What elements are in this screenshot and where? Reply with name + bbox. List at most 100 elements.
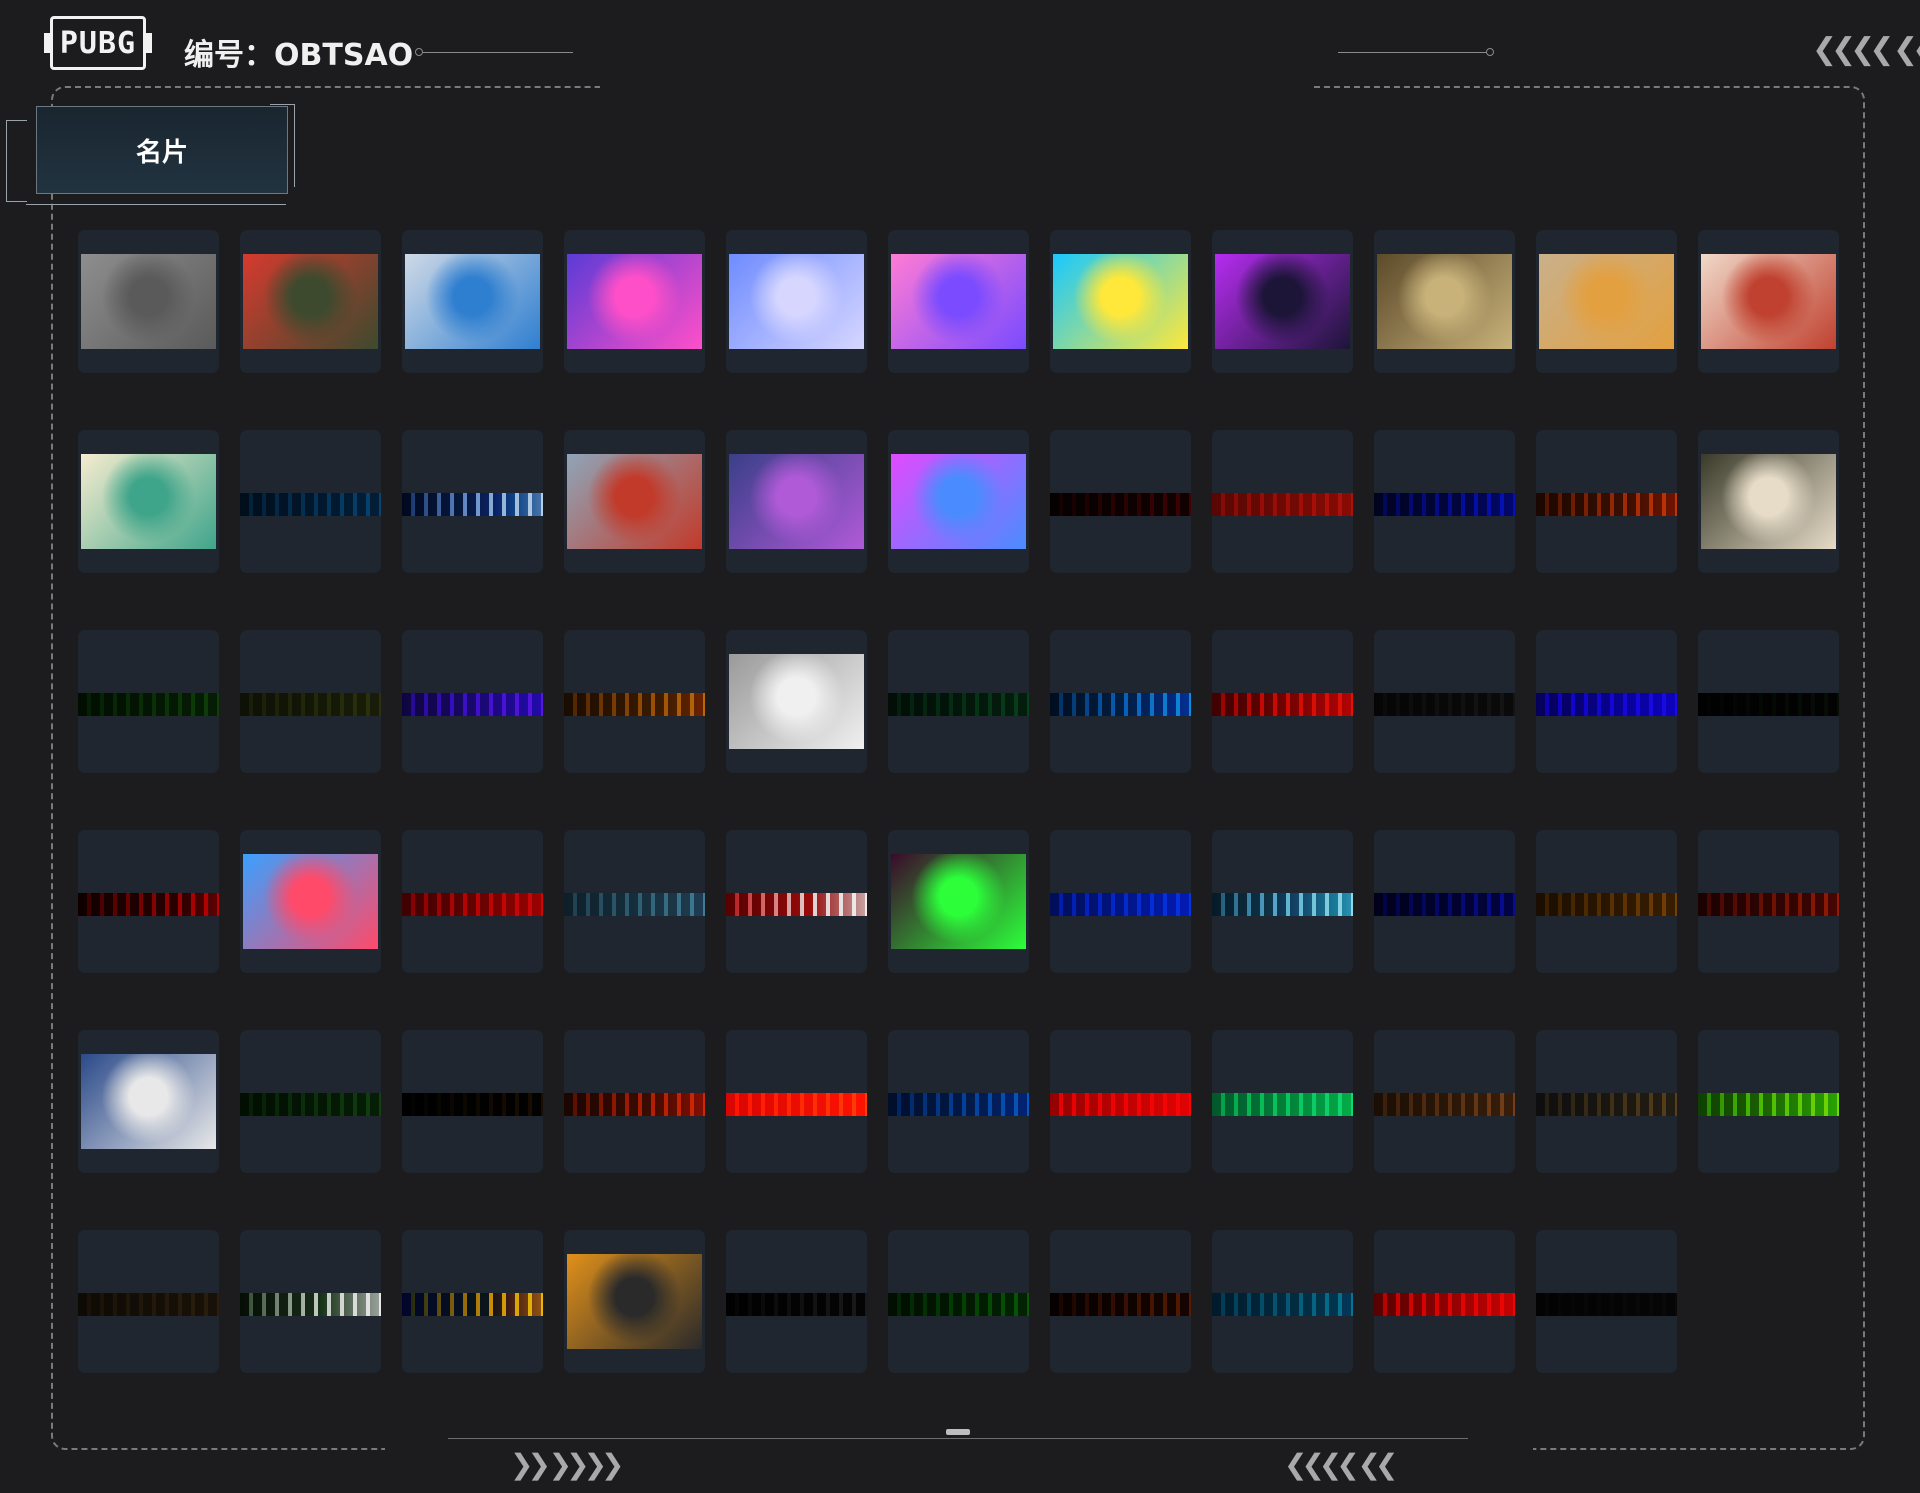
name-card[interactable]: [1536, 630, 1677, 773]
name-card[interactable]: [726, 630, 867, 773]
name-card[interactable]: [1374, 830, 1515, 973]
name-card[interactable]: [78, 1230, 219, 1373]
name-card[interactable]: [888, 1230, 1029, 1373]
name-card[interactable]: [1536, 230, 1677, 373]
name-card[interactable]: [1374, 1030, 1515, 1173]
name-card[interactable]: [888, 430, 1029, 573]
name-card[interactable]: [564, 1230, 705, 1373]
band-icon: [726, 1293, 867, 1316]
chevrons-left-icon: ❮❮❮❮ ❮❮: [1812, 32, 1920, 67]
name-card[interactable]: [402, 1230, 543, 1373]
chevrons-right-icon: ❯❯ ❯❯❯❯: [510, 1448, 624, 1481]
name-card[interactable]: [1698, 830, 1839, 973]
name-card[interactable]: [564, 630, 705, 773]
disco-ball-icon: [729, 454, 864, 549]
band-icon: [402, 693, 543, 716]
name-card[interactable]: [240, 430, 381, 573]
scrollbar-track[interactable]: [448, 1438, 1468, 1439]
band-icon: [1050, 693, 1191, 716]
band-icon: [78, 893, 219, 916]
tiger-icon: [567, 1254, 702, 1349]
name-card[interactable]: [1536, 430, 1677, 573]
name-card[interactable]: [1050, 1030, 1191, 1173]
name-card[interactable]: [888, 1030, 1029, 1173]
bird-icon: [729, 654, 864, 749]
name-card[interactable]: [726, 430, 867, 573]
name-card[interactable]: [1212, 630, 1353, 773]
name-card[interactable]: [1374, 230, 1515, 373]
hooded-figure-icon: [1215, 254, 1350, 349]
band-icon: [888, 1293, 1029, 1316]
name-card[interactable]: [240, 830, 381, 973]
band-icon: [1374, 493, 1515, 516]
name-card[interactable]: [402, 430, 543, 573]
line-node-icon: [415, 48, 423, 56]
name-card[interactable]: [1050, 1230, 1191, 1373]
chevrons-left-icon: ❮❮❮❮ ❮❮: [1284, 1448, 1398, 1481]
name-card[interactable]: [402, 230, 543, 373]
name-card[interactable]: [402, 1030, 543, 1173]
player-id-label: 编号：OBTSAO: [184, 38, 414, 73]
name-card[interactable]: [1536, 1230, 1677, 1373]
name-card[interactable]: [1698, 630, 1839, 773]
tab-name-cards[interactable]: 名片: [36, 106, 288, 194]
name-card[interactable]: [1536, 1030, 1677, 1173]
name-card[interactable]: [78, 230, 219, 373]
name-card[interactable]: [1212, 230, 1353, 373]
name-card[interactable]: [1698, 230, 1839, 373]
band-icon: [240, 1093, 381, 1116]
name-card[interactable]: [1212, 1030, 1353, 1173]
name-card[interactable]: [888, 830, 1029, 973]
band-icon: [1212, 493, 1353, 516]
name-card[interactable]: [1374, 430, 1515, 573]
name-card[interactable]: [1050, 230, 1191, 373]
name-card[interactable]: [1374, 630, 1515, 773]
name-card[interactable]: [888, 630, 1029, 773]
name-card[interactable]: [240, 630, 381, 773]
name-card[interactable]: [564, 430, 705, 573]
band-icon: [1698, 893, 1839, 916]
scrollbar-thumb[interactable]: [946, 1429, 970, 1435]
name-card[interactable]: [78, 830, 219, 973]
line-node-icon: [1486, 48, 1494, 56]
name-card[interactable]: [240, 1030, 381, 1173]
name-card[interactable]: [240, 1230, 381, 1373]
name-card[interactable]: [564, 230, 705, 373]
name-card[interactable]: [402, 630, 543, 773]
anime-girl-icon: [891, 254, 1026, 349]
name-card[interactable]: [78, 430, 219, 573]
name-card[interactable]: [726, 1030, 867, 1173]
name-card[interactable]: [1698, 430, 1839, 573]
name-card[interactable]: [1374, 1230, 1515, 1373]
tab-bracket-icon: [270, 104, 295, 187]
name-card[interactable]: [1698, 1030, 1839, 1173]
name-card[interactable]: [726, 830, 867, 973]
name-card[interactable]: [1212, 430, 1353, 573]
band-icon: [1212, 693, 1353, 716]
name-card[interactable]: [1050, 430, 1191, 573]
name-card[interactable]: [564, 1030, 705, 1173]
name-card[interactable]: [726, 230, 867, 373]
band-icon: [888, 693, 1029, 716]
name-card[interactable]: [726, 1230, 867, 1373]
name-card[interactable]: [1212, 830, 1353, 973]
name-card[interactable]: [240, 230, 381, 373]
name-card[interactable]: [1050, 630, 1191, 773]
name-card[interactable]: [1536, 830, 1677, 973]
header-divider-left: [423, 52, 573, 53]
band-icon: [1374, 693, 1515, 716]
name-card[interactable]: [78, 1030, 219, 1173]
band-icon: [240, 493, 381, 516]
name-card[interactable]: [1212, 1230, 1353, 1373]
band-icon: [726, 893, 867, 916]
name-card[interactable]: [888, 230, 1029, 373]
mountains-icon: [564, 893, 705, 916]
band-icon: [564, 1093, 705, 1116]
name-card[interactable]: [78, 630, 219, 773]
moon-phases-icon: [402, 493, 543, 516]
name-card[interactable]: [402, 830, 543, 973]
band-icon: [1050, 1293, 1191, 1316]
name-card[interactable]: [564, 830, 705, 973]
header-divider-right: [1338, 52, 1486, 53]
name-card[interactable]: [1050, 830, 1191, 973]
